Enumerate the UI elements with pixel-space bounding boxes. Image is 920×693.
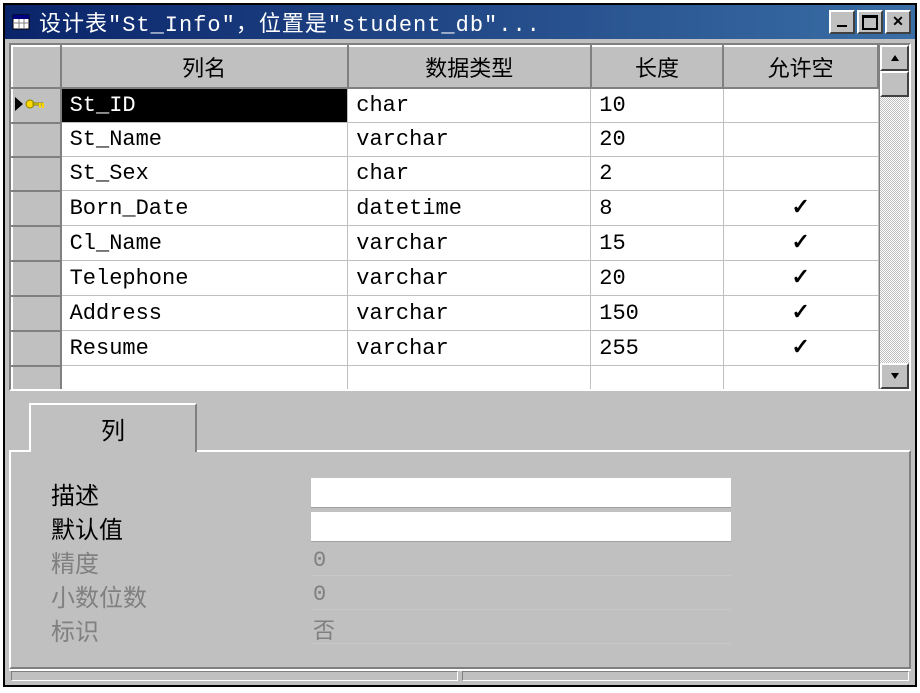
prop-label-precision: 精度 <box>51 544 311 579</box>
scroll-down-button[interactable] <box>880 363 909 389</box>
table-row[interactable]: Cl_Namevarchar15 ✓ <box>12 226 878 261</box>
cell-allow-null[interactable] <box>723 366 878 390</box>
prop-label-scale: 小数位数 <box>51 578 311 613</box>
scroll-track[interactable] <box>880 71 909 363</box>
col-header-length[interactable]: 长度 <box>591 46 724 88</box>
row-header[interactable] <box>12 366 61 390</box>
status-cell <box>462 671 909 681</box>
scroll-thumb[interactable] <box>880 71 909 97</box>
primary-key-icon <box>25 97 45 111</box>
minimize-button[interactable] <box>829 10 855 34</box>
column-properties-panel: 描述 默认值 精度 0 小数位数 0 标识 否 <box>9 450 911 669</box>
table-row[interactable]: St_Namevarchar20 <box>12 123 878 157</box>
cell-data-type[interactable]: char <box>348 88 591 123</box>
cell-length[interactable]: 150 <box>591 296 724 331</box>
row-header[interactable] <box>12 261 61 296</box>
client-area: 列名 数据类型 长度 允许空 St_IDchar10St_Namevarchar… <box>5 39 915 685</box>
cell-column-name[interactable]: St_ID <box>61 88 348 123</box>
checkmark-icon: ✓ <box>791 196 809 221</box>
row-header[interactable] <box>12 88 61 123</box>
cell-length[interactable]: 2 <box>591 157 724 191</box>
prop-field-description[interactable] <box>311 478 731 508</box>
cell-allow-null[interactable] <box>723 123 878 157</box>
table-designer-window: 设计表"St_Info"，位置是"student_db"... 列名 数据类型 … <box>3 3 917 687</box>
prop-label-identity: 标识 <box>51 612 311 647</box>
table-row-empty[interactable] <box>12 366 878 390</box>
cell-length[interactable]: 20 <box>591 261 724 296</box>
cell-allow-null[interactable]: ✓ <box>723 296 878 331</box>
cell-data-type[interactable]: varchar <box>348 226 591 261</box>
table-row[interactable]: Resumevarchar255 ✓ <box>12 331 878 366</box>
row-header[interactable] <box>12 296 61 331</box>
cell-data-type[interactable]: varchar <box>348 296 591 331</box>
cell-column-name[interactable]: Cl_Name <box>61 226 348 261</box>
cell-column-name[interactable]: Address <box>61 296 348 331</box>
table-row[interactable]: Telephonevarchar20 ✓ <box>12 261 878 296</box>
cell-allow-null[interactable]: ✓ <box>723 191 878 226</box>
statusbar <box>9 669 911 681</box>
cell-length[interactable]: 8 <box>591 191 724 226</box>
prop-label-default: 默认值 <box>51 510 311 545</box>
columns-grid[interactable]: 列名 数据类型 长度 允许空 St_IDchar10St_Namevarchar… <box>11 45 879 389</box>
row-header[interactable] <box>12 157 61 191</box>
cell-data-type[interactable]: varchar <box>348 261 591 296</box>
cell-data-type[interactable]: char <box>348 157 591 191</box>
row-header[interactable] <box>12 191 61 226</box>
cell-column-name[interactable]: Born_Date <box>61 191 348 226</box>
scroll-up-button[interactable] <box>880 45 909 71</box>
prop-label-description: 描述 <box>51 476 311 511</box>
prop-field-precision: 0 <box>311 546 731 576</box>
col-header-name[interactable]: 列名 <box>61 46 348 88</box>
prop-field-default[interactable] <box>311 512 731 542</box>
cell-data-type[interactable]: datetime <box>348 191 591 226</box>
col-header-allownull[interactable]: 允许空 <box>723 46 878 88</box>
table-row[interactable]: Addressvarchar150 ✓ <box>12 296 878 331</box>
cell-column-name[interactable] <box>61 366 348 390</box>
splitter[interactable] <box>9 391 911 401</box>
cell-length[interactable]: 15 <box>591 226 724 261</box>
row-header[interactable] <box>12 123 61 157</box>
app-icon <box>9 10 33 34</box>
cell-column-name[interactable]: Telephone <box>61 261 348 296</box>
property-tabs: 列 <box>9 401 911 450</box>
prop-field-scale: 0 <box>311 580 731 610</box>
columns-grid-area: 列名 数据类型 长度 允许空 St_IDchar10St_Namevarchar… <box>9 43 911 391</box>
cell-allow-null[interactable]: ✓ <box>723 331 878 366</box>
cell-column-name[interactable]: Resume <box>61 331 348 366</box>
col-header-type[interactable]: 数据类型 <box>348 46 591 88</box>
prop-field-identity: 否 <box>311 614 731 644</box>
cell-length[interactable]: 10 <box>591 88 724 123</box>
cell-allow-null[interactable]: ✓ <box>723 261 878 296</box>
cell-length[interactable]: 20 <box>591 123 724 157</box>
cell-data-type[interactable] <box>348 366 591 390</box>
cell-allow-null[interactable] <box>723 157 878 191</box>
maximize-button[interactable] <box>857 10 883 34</box>
window-title: 设计表"St_Info"，位置是"student_db"... <box>39 6 829 38</box>
checkmark-icon: ✓ <box>791 336 809 361</box>
cell-allow-null[interactable] <box>723 88 878 123</box>
cell-length[interactable] <box>591 366 724 390</box>
cell-column-name[interactable]: St_Sex <box>61 157 348 191</box>
table-row[interactable]: St_Sexchar2 <box>12 157 878 191</box>
row-header[interactable] <box>12 226 61 261</box>
rowheader-corner[interactable] <box>12 46 61 88</box>
cell-data-type[interactable]: varchar <box>348 331 591 366</box>
status-cell <box>11 671 458 681</box>
vertical-scrollbar[interactable] <box>879 45 909 389</box>
cell-data-type[interactable]: varchar <box>348 123 591 157</box>
close-button[interactable] <box>885 10 911 34</box>
tab-columns[interactable]: 列 <box>29 403 197 452</box>
titlebar[interactable]: 设计表"St_Info"，位置是"student_db"... <box>5 5 915 39</box>
cell-allow-null[interactable]: ✓ <box>723 226 878 261</box>
checkmark-icon: ✓ <box>791 231 809 256</box>
table-row[interactable]: St_IDchar10 <box>12 88 878 123</box>
checkmark-icon: ✓ <box>791 301 809 326</box>
cell-length[interactable]: 255 <box>591 331 724 366</box>
checkmark-icon: ✓ <box>791 266 809 291</box>
cell-column-name[interactable]: St_Name <box>61 123 348 157</box>
table-row[interactable]: Born_Datedatetime8 ✓ <box>12 191 878 226</box>
row-header[interactable] <box>12 331 61 366</box>
